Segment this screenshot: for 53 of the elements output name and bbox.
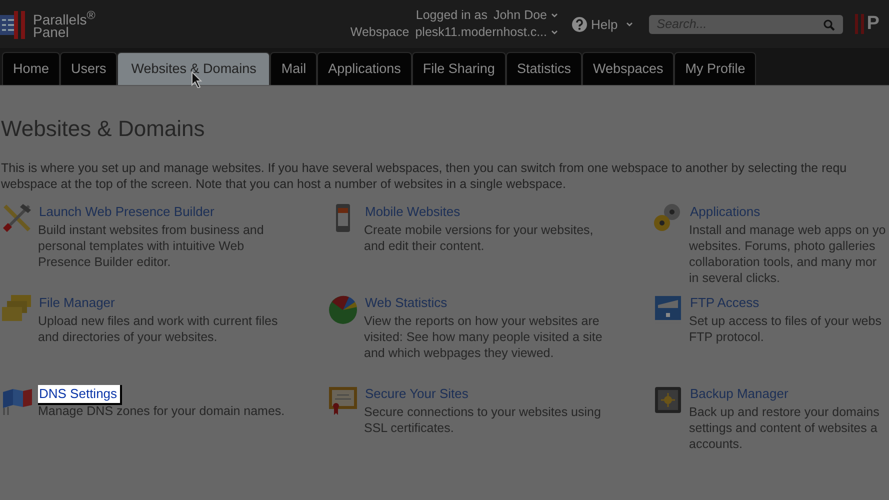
item-description: Upload new files and work with current files (38, 313, 278, 329)
nav-tab[interactable]: My Profile (674, 52, 756, 85)
certificate-icon (327, 384, 359, 416)
caret-icon (551, 13, 558, 18)
item-link[interactable]: DNS Settings (38, 385, 122, 405)
intro-text: webspace at the top of the screen. Note that you can host a number of websites in a single webspace. (1, 176, 567, 192)
nav-tab[interactable]: Users (60, 52, 118, 85)
webspace-label: Webspace (350, 24, 410, 41)
item-description: Create mobile versions for your websites, (364, 222, 594, 238)
item-description: accounts. (689, 436, 744, 452)
safe-icon (652, 384, 684, 416)
webspace-menu[interactable]: plesk11.modernhost.c... (415, 24, 558, 41)
item-description: Install and manage web apps on yo (689, 222, 886, 238)
item-description: Secure connections to your websites using (364, 404, 601, 420)
item-description: SSL certificates. (364, 420, 455, 436)
nav-tab[interactable]: Statistics (506, 52, 582, 85)
item-description: and directories of your websites. (38, 329, 218, 345)
nav-tab[interactable]: Websites & Domains (117, 52, 270, 85)
intro-text: This is where you set up and manage websites. If you have several webspaces, then you can switch from one webspace to another by selecting the requ (1, 160, 848, 176)
caret-icon (626, 22, 633, 26)
item-description: personal templates with intuitive Web (38, 238, 246, 254)
nav-tab[interactable]: Webspaces (582, 52, 674, 85)
nav-tab[interactable]: Home (2, 52, 60, 85)
item-description: in several clicks. (689, 270, 781, 286)
item-description: FTP protocol. (689, 329, 765, 345)
item-description: and edit their content. (364, 238, 486, 254)
item-description: visited: See how many people visited a site (364, 329, 602, 345)
search-icon (822, 18, 835, 30)
nav-tab[interactable]: Applications (317, 52, 412, 85)
pie-chart-icon (327, 293, 359, 325)
nav-tab[interactable]: Mail (270, 52, 318, 85)
page-title: Websites & Domains (1, 116, 206, 142)
logo-text: Parallels$^{®}$ (33, 8, 96, 26)
item-description: Presence Builder editor. (38, 254, 172, 270)
help-icon (572, 16, 587, 32)
item-description: Manage DNS zones for your domain names. (38, 403, 285, 419)
help-menu[interactable]: Help (572, 16, 633, 32)
item-description: settings and content of websites a (689, 420, 878, 436)
logo-bars-icon (854, 14, 865, 34)
item-description: Back up and restore your domains (689, 404, 880, 420)
item-description: and which webpages they viewed. (364, 345, 555, 361)
logo-text: P (866, 13, 880, 35)
item-description: Set up access to files of your webs (689, 313, 882, 329)
user-menu[interactable]: John Doe (493, 7, 558, 24)
item-description: Build instant websites from business and (38, 222, 264, 238)
item-description: websites. Forums, photo galleries (689, 238, 876, 254)
item-description: View the reports on how your websites are (364, 313, 600, 329)
nav-tab[interactable]: File Sharing (412, 52, 506, 85)
logged-in-label: Logged in as (416, 7, 488, 24)
logo-subtitle: Panel (33, 26, 69, 40)
item-description: collaboration tools, and many mor (689, 254, 878, 270)
tools-icon (1, 202, 33, 234)
caret-icon (551, 30, 558, 35)
